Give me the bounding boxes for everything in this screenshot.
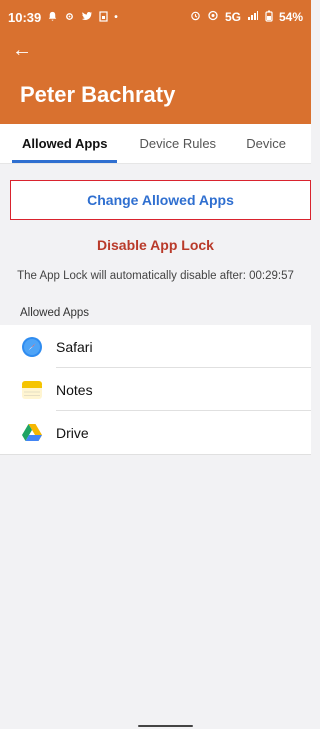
tab-device[interactable]: Device bbox=[246, 124, 286, 163]
status-time: 10:39 bbox=[8, 9, 42, 25]
allowed-apps-list: Safari Notes Drive bbox=[0, 325, 311, 455]
back-button[interactable]: ← bbox=[12, 40, 32, 60]
network-label: 5G bbox=[224, 10, 241, 24]
tab-device-rules[interactable]: Device Rules bbox=[139, 124, 216, 163]
list-item-drive[interactable]: Drive bbox=[0, 411, 311, 454]
home-indicator bbox=[138, 725, 193, 727]
notification-bell-icon bbox=[47, 10, 58, 25]
battery-level: 54% bbox=[278, 10, 303, 24]
page-title: Peter Bachraty bbox=[20, 82, 176, 107]
safari-icon bbox=[20, 335, 44, 359]
status-bar: 10:39 • 5G 54% bbox=[0, 0, 311, 34]
list-item-notes[interactable]: Notes bbox=[0, 368, 311, 411]
list-item-label: Drive bbox=[56, 424, 89, 441]
battery-icon bbox=[265, 10, 273, 25]
allowed-apps-section-label: Allowed Apps bbox=[20, 307, 90, 319]
twitter-icon bbox=[81, 10, 93, 25]
drive-icon bbox=[20, 421, 44, 445]
list-item-label: Safari bbox=[56, 338, 93, 355]
signal-icon bbox=[247, 10, 259, 24]
app-bar: 10:39 • 5G 54% ← Peter Bachraty bbox=[0, 0, 311, 124]
sim-card-icon bbox=[99, 10, 108, 25]
list-item-label: Notes bbox=[56, 381, 93, 398]
disable-app-lock-button[interactable]: Disable App Lock bbox=[0, 230, 311, 260]
change-allowed-apps-button[interactable]: Change Allowed Apps bbox=[10, 180, 311, 220]
auto-disable-note: The App Lock will automatically disable … bbox=[17, 270, 294, 282]
list-item-safari[interactable]: Safari bbox=[0, 325, 311, 368]
dot-icon: • bbox=[114, 11, 118, 23]
tab-allowed-apps[interactable]: Allowed Apps bbox=[11, 124, 118, 163]
arrow-left-icon: ← bbox=[12, 39, 32, 61]
notes-icon bbox=[20, 378, 44, 402]
tab-bar: Allowed Apps Device Rules Device bbox=[0, 124, 311, 164]
data-saver-icon bbox=[207, 10, 219, 24]
gear-icon bbox=[64, 10, 75, 25]
alarm-icon bbox=[190, 10, 201, 24]
